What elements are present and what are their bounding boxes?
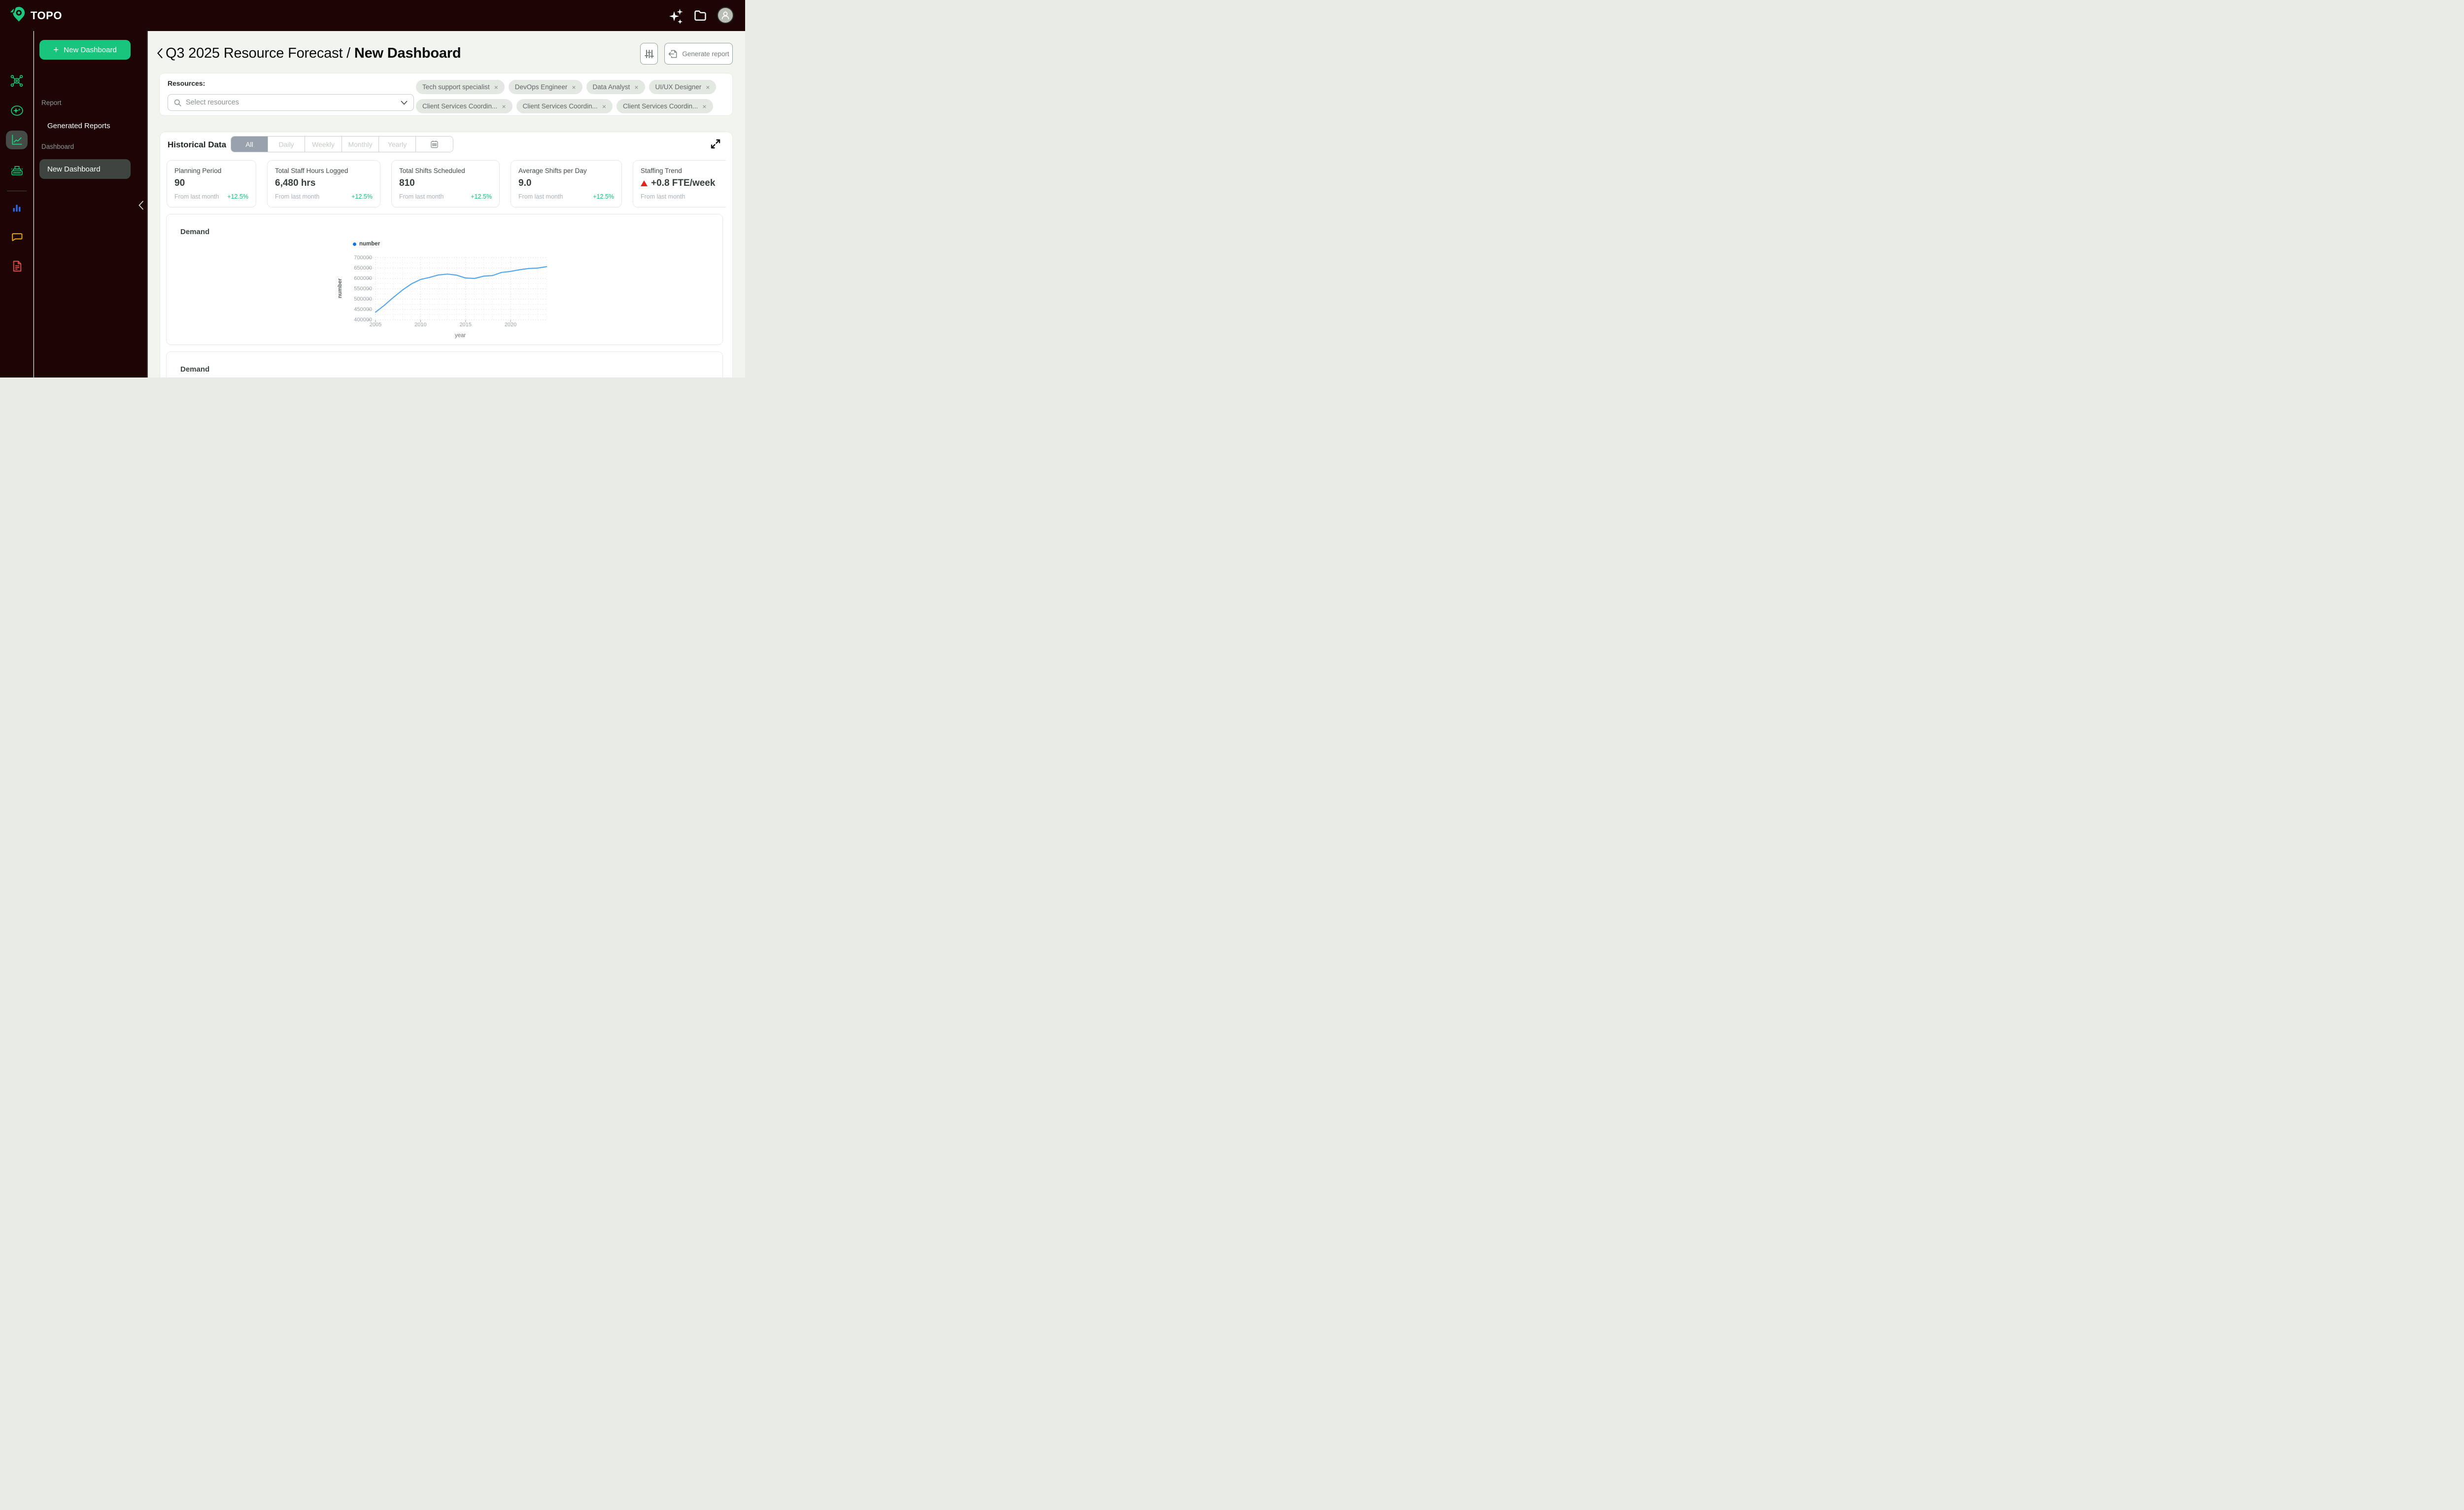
tab-calendar[interactable] bbox=[416, 137, 453, 152]
demand-chart-card-2: Demand bbox=[166, 351, 723, 378]
comment-icon[interactable] bbox=[6, 228, 28, 246]
resource-tag[interactable]: Client Services Coordin... × bbox=[416, 99, 513, 113]
app-root: TOPO + New Dashboard Report Generated Re… bbox=[0, 0, 745, 378]
stat-card-staff-hours: Total Staff Hours Logged 6,480 hrs From … bbox=[267, 160, 380, 207]
generate-report-button[interactable]: Generate report bbox=[664, 43, 733, 65]
resource-tag[interactable]: DevOps Engineer × bbox=[508, 80, 582, 94]
resource-tag[interactable]: Data Analyst × bbox=[586, 80, 645, 94]
resource-tag[interactable]: Client Services Coordin... × bbox=[516, 99, 613, 113]
folder-icon[interactable] bbox=[694, 10, 707, 24]
tab-all[interactable]: All bbox=[231, 137, 268, 152]
new-dashboard-button-label: New Dashboard bbox=[64, 45, 117, 54]
sidebar-item-new-dashboard[interactable]: New Dashboard bbox=[39, 159, 131, 179]
breadcrumb: Q3 2025 Resource Forecast / New Dashboar… bbox=[166, 45, 461, 62]
resources-select[interactable]: Select resources bbox=[168, 94, 414, 111]
historical-data-title: Historical Data bbox=[168, 140, 227, 149]
resource-tags: Tech support specialist × DevOps Enginee… bbox=[416, 80, 726, 113]
sidebar-item-generated-reports[interactable]: Generated Reports bbox=[39, 116, 131, 136]
resources-label: Resources: bbox=[168, 79, 205, 87]
stat-card-avg-shifts: Average Shifts per Day 9.0 From last mon… bbox=[511, 160, 622, 207]
generate-report-label: Generate report bbox=[682, 50, 729, 58]
stat-card-shifts-scheduled: Total Shifts Scheduled 810 From last mon… bbox=[391, 160, 500, 207]
section-label-dashboard: Dashboard bbox=[41, 143, 74, 150]
breadcrumb-parent[interactable]: Q3 2025 Resource Forecast bbox=[166, 45, 343, 61]
export-report-icon bbox=[668, 50, 677, 58]
stat-card-planning-period: Planning Period 90 From last month +12.5… bbox=[167, 160, 256, 207]
breadcrumb-current: New Dashboard bbox=[354, 45, 461, 61]
top-bar: TOPO bbox=[0, 0, 745, 31]
remove-tag-icon[interactable]: × bbox=[702, 103, 706, 110]
typewriter-icon[interactable] bbox=[6, 161, 28, 179]
resource-tag[interactable]: UI/UX Designer × bbox=[649, 80, 717, 94]
sidebar-item-label: New Dashboard bbox=[47, 165, 101, 173]
demand-line-chart bbox=[368, 257, 548, 322]
period-tabs: All Daily Weekly Monthly Yearly bbox=[231, 136, 453, 152]
expand-panel-icon[interactable] bbox=[710, 138, 721, 152]
breadcrumb-separator: / bbox=[342, 45, 354, 61]
remove-tag-icon[interactable]: × bbox=[602, 103, 606, 110]
filter-settings-button[interactable] bbox=[640, 43, 658, 65]
calendar-icon bbox=[431, 140, 438, 148]
search-icon bbox=[174, 99, 181, 106]
tab-monthly[interactable]: Monthly bbox=[342, 137, 379, 152]
section-label-report: Report bbox=[41, 99, 62, 106]
sparkles-icon[interactable] bbox=[669, 8, 684, 26]
brand-name: TOPO bbox=[31, 9, 62, 22]
side-panel: + New Dashboard Report Generated Reports… bbox=[34, 31, 148, 378]
user-avatar[interactable] bbox=[717, 7, 734, 24]
plus-icon: + bbox=[53, 44, 59, 55]
bar-chart-icon[interactable] bbox=[6, 198, 28, 217]
stat-cards-row: Planning Period 90 From last month +12.5… bbox=[167, 160, 726, 207]
chart-x-axis-label: year bbox=[454, 333, 466, 339]
chevron-down-icon bbox=[401, 100, 408, 105]
back-chevron-icon[interactable] bbox=[157, 48, 163, 61]
document-icon[interactable] bbox=[6, 257, 28, 275]
topo-logo-icon bbox=[9, 6, 26, 27]
stat-card-staffing-trend: Staffing Trend +0.8 FTE/week From last m… bbox=[633, 160, 726, 207]
resources-select-placeholder: Select resources bbox=[186, 99, 239, 106]
demand-card-title: Demand bbox=[180, 228, 210, 236]
network-icon[interactable] bbox=[6, 71, 28, 90]
resources-card: Resources: Select resources Tech support… bbox=[159, 73, 733, 116]
resource-tag[interactable]: Client Services Coordin... × bbox=[616, 99, 713, 113]
trend-up-triangle-icon bbox=[641, 180, 648, 186]
remove-tag-icon[interactable]: × bbox=[634, 83, 638, 91]
remove-tag-icon[interactable]: × bbox=[502, 103, 506, 110]
tab-yearly[interactable]: Yearly bbox=[379, 137, 416, 152]
icon-rail bbox=[0, 31, 34, 378]
resource-tag[interactable]: Tech support specialist × bbox=[416, 80, 505, 94]
remove-tag-icon[interactable]: × bbox=[706, 83, 710, 91]
ai-sphere-icon[interactable] bbox=[6, 101, 28, 120]
tab-daily[interactable]: Daily bbox=[268, 137, 305, 152]
demand-chart-card: Demand number number 700000 650000 600000 5… bbox=[166, 214, 723, 345]
collapse-sidebar-chevron-icon[interactable] bbox=[138, 201, 144, 212]
tab-weekly[interactable]: Weekly bbox=[305, 137, 342, 152]
demand-card-2-title: Demand bbox=[180, 365, 210, 374]
remove-tag-icon[interactable]: × bbox=[494, 83, 498, 91]
sidebar-item-label: Generated Reports bbox=[47, 121, 110, 130]
analytics-chart-icon[interactable] bbox=[6, 131, 28, 149]
new-dashboard-button[interactable]: + New Dashboard bbox=[39, 40, 131, 60]
remove-tag-icon[interactable]: × bbox=[572, 83, 576, 91]
